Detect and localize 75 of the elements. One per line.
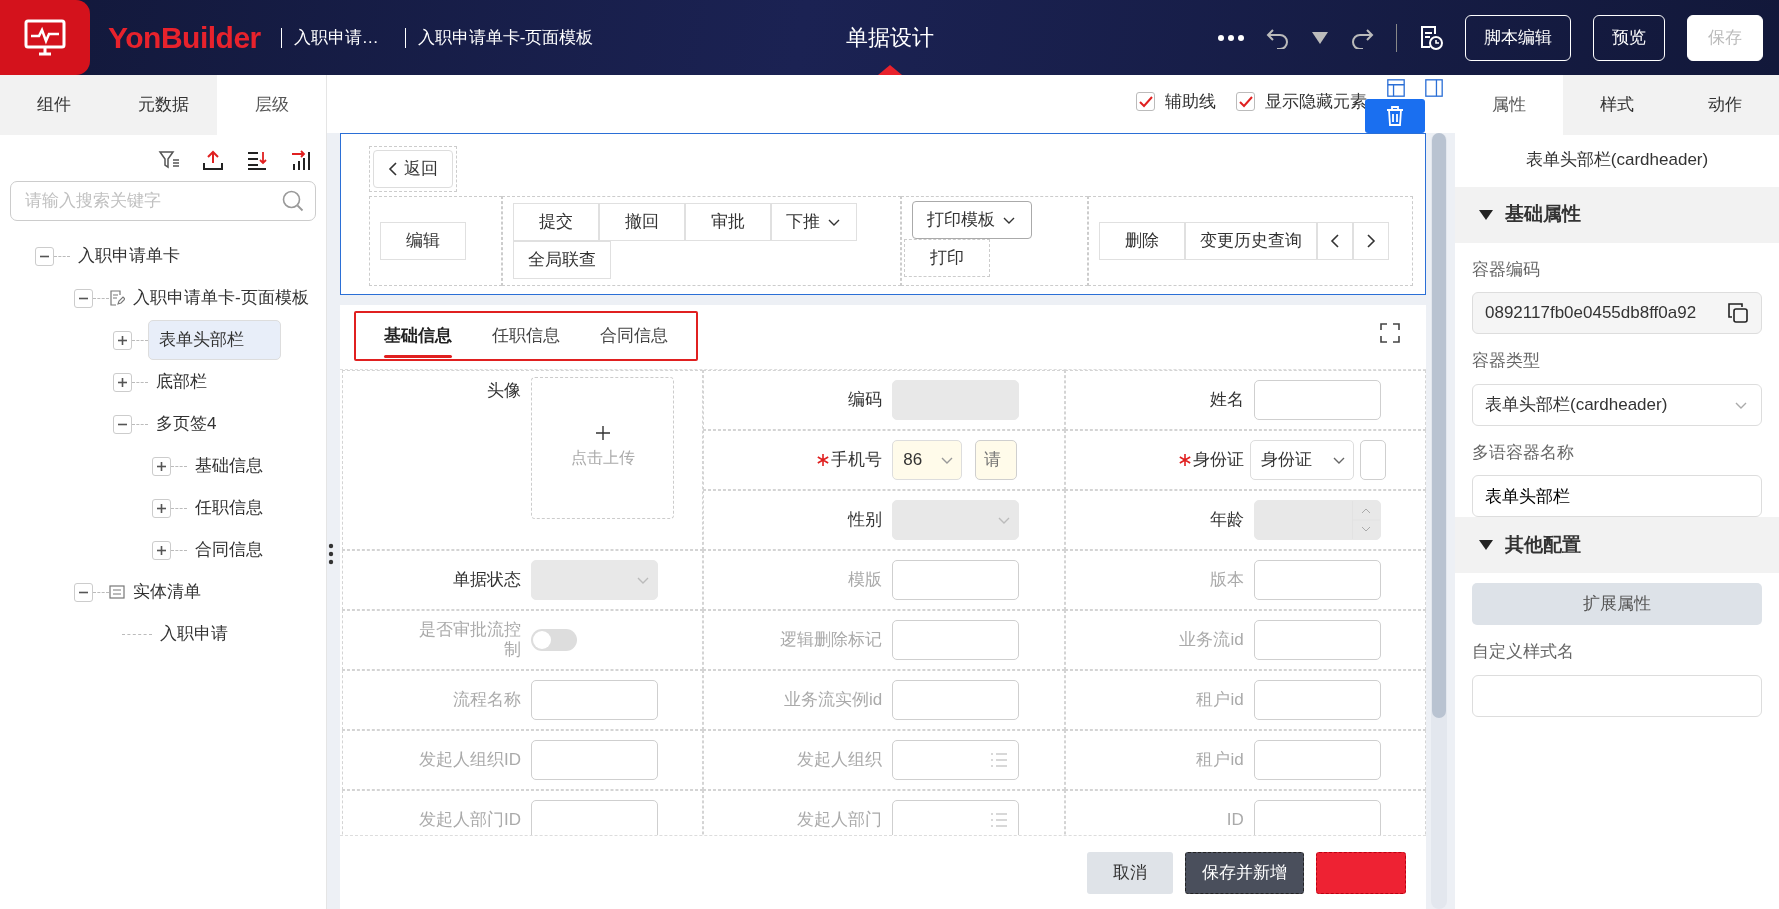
tree-item[interactable]: 实体清单 <box>125 573 209 611</box>
panel-tab[interactable]: 组件 <box>0 75 109 135</box>
form-tab[interactable]: 基础信息 <box>370 312 466 360</box>
cancel-button[interactable]: 取消 <box>1087 851 1173 894</box>
panel-tab[interactable]: 样式 <box>1563 75 1671 135</box>
field-label: 身份证 <box>1192 450 1244 470</box>
action-button[interactable]: 变更历史查询 <box>1184 222 1317 260</box>
field-label: 单据状态 <box>453 570 521 590</box>
field-label: 逻辑删除标记 <box>780 630 883 650</box>
field-label: 业务流实例id <box>784 690 883 710</box>
checkbox-label: 辅助线 <box>1165 91 1216 113</box>
action-button[interactable]: 审批 <box>684 203 771 241</box>
field-label: 发起人部门ID <box>419 810 521 830</box>
field-label: 编码 <box>848 390 883 410</box>
field-label: 租户id <box>1196 750 1244 770</box>
action-button[interactable]: 打印 <box>904 239 991 277</box>
action-button[interactable]: 撤回 <box>598 203 685 241</box>
field-label: 流程名称 <box>453 690 521 710</box>
brand-name: YonBuilder <box>108 20 261 56</box>
extend-properties-button[interactable]: 扩展属性 <box>1472 583 1762 625</box>
property-label: 多语容器名称 <box>1472 441 1575 464</box>
checkbox-label: 显示隐藏元素 <box>1265 91 1367 113</box>
property-label: 容器编码 <box>1472 258 1541 281</box>
tree-item[interactable]: 底部栏 <box>148 363 215 401</box>
field-label: 租户id <box>1196 690 1244 710</box>
action-button[interactable]: 删除 <box>1098 222 1185 260</box>
toolbar-button[interactable]: 预览 <box>1593 14 1665 61</box>
action-button[interactable]: 提交 <box>512 203 599 241</box>
dropdown-button[interactable]: 打印模板 <box>912 201 1033 239</box>
field-label: 是否审批流控制 <box>418 620 521 660</box>
tree-item[interactable]: 多页签4 <box>148 405 225 443</box>
tree-item[interactable]: 入职申请单卡-页面模板 <box>125 279 317 317</box>
tree-item[interactable]: 任职信息 <box>187 489 271 527</box>
field-label: 版本 <box>1209 570 1244 590</box>
search-field[interactable]: 请输入搜索关键字 <box>10 181 316 221</box>
save-and-new-button[interactable]: 保存并新增 <box>1185 851 1304 894</box>
input-field[interactable]: 请 <box>975 440 1018 480</box>
panel-tab[interactable]: 元数据 <box>108 75 218 135</box>
field-label: 手机号 <box>831 450 883 470</box>
form-tab[interactable]: 任职信息 <box>478 312 574 360</box>
select-field[interactable]: 身份证 <box>1249 440 1354 480</box>
breadcrumb-link[interactable]: 入职申请… <box>280 27 379 48</box>
tree-item[interactable]: 表单头部栏 <box>148 320 281 360</box>
tree-item[interactable]: 合同信息 <box>187 531 271 569</box>
field-label: 年龄 <box>1209 510 1244 530</box>
action-button[interactable]: 全局联查 <box>512 241 611 279</box>
tree-item[interactable]: 入职申请 <box>152 615 236 653</box>
toolbar-button[interactable]: 脚本编辑 <box>1465 14 1571 61</box>
back-button[interactable]: 返回 <box>373 150 453 188</box>
form-tab[interactable]: 合同信息 <box>586 312 682 360</box>
panel-tab[interactable]: 动作 <box>1671 75 1779 135</box>
property-label: 容器类型 <box>1472 350 1541 372</box>
field-label: ID <box>1226 810 1244 830</box>
section-header[interactable]: 基础属性 <box>1455 186 1779 243</box>
tree-item[interactable]: 基础信息 <box>187 447 271 485</box>
field-label: 姓名 <box>1209 390 1244 410</box>
field-label: 发起人部门 <box>797 810 883 830</box>
dropdown-button[interactable]: 下推 <box>770 203 857 241</box>
field-label: 业务流id <box>1179 630 1244 650</box>
field-label: 头像 <box>487 381 521 401</box>
page-title: 单据设计 <box>845 24 934 52</box>
field-label: 发起人组织ID <box>419 750 521 770</box>
select-field[interactable]: 86 <box>892 440 963 480</box>
input-field[interactable]: 0892117fb0e0455db8ff0a92 <box>1472 292 1762 334</box>
action-button[interactable]: 编辑 <box>380 222 466 260</box>
select-field[interactable]: 表单头部栏(cardheader) <box>1472 383 1762 426</box>
field-label: 发起人组织 <box>797 750 883 770</box>
input-field[interactable]: 表单头部栏 <box>1472 475 1762 517</box>
component-title: 表单头部栏(cardheader) <box>1524 149 1710 171</box>
field-label: 模版 <box>848 570 883 590</box>
breadcrumb-link[interactable]: 入职申请单卡-页面模板 <box>404 27 594 48</box>
field-label: 性别 <box>848 510 883 530</box>
tree-item[interactable]: 入职申请单卡 <box>70 237 188 275</box>
property-label: 自定义样式名 <box>1472 641 1575 663</box>
section-header[interactable]: 其他配置 <box>1455 517 1779 573</box>
